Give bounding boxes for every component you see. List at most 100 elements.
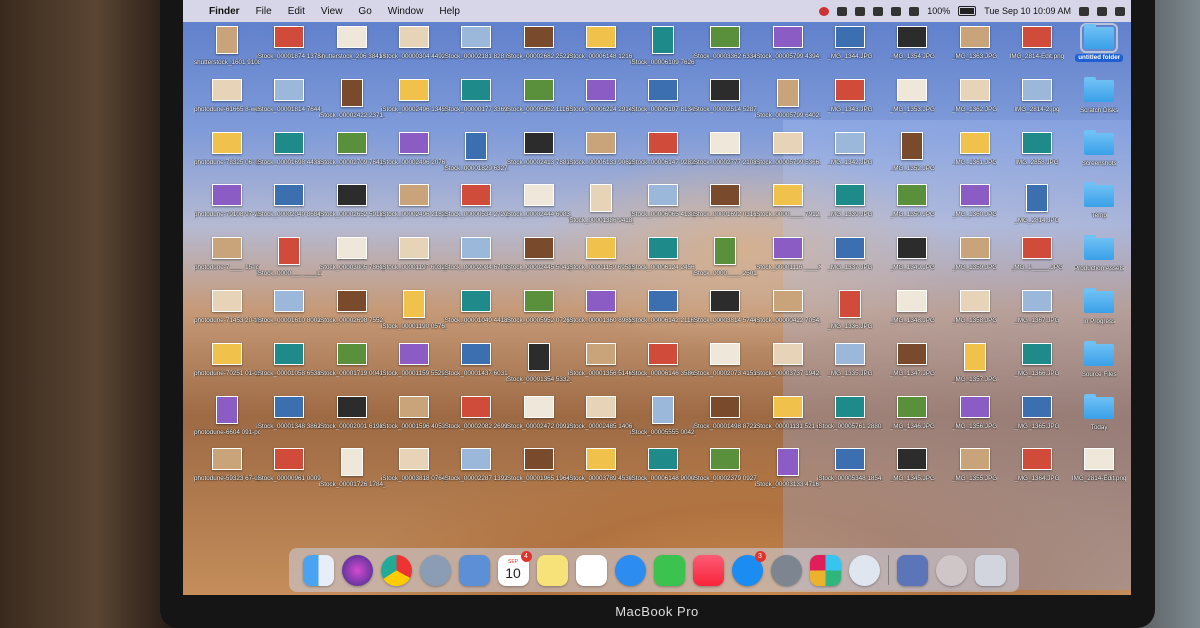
desktop-file[interactable]: _MG_1357.JPG [943, 341, 1007, 384]
desktop-file[interactable]: _MG_1355.JPG [943, 446, 1007, 483]
wifi-icon[interactable] [909, 6, 920, 16]
desktop-file[interactable]: _MG_1347.JPG [880, 341, 944, 378]
desktop-file[interactable]: _MG_1359.JPG [943, 235, 1007, 272]
desktop-file[interactable]: iStock_00000177 3369_Full.jpg [443, 77, 509, 114]
desktop-file[interactable]: _MG_1342.JPG [818, 130, 882, 167]
desktop-file[interactable]: iStock_00006109 7626_Double.jpg [630, 24, 696, 67]
slack-icon[interactable] [809, 554, 841, 586]
desktop-file[interactable]: iStock_00002472 0992_Large.jpg [506, 394, 572, 431]
desktop-file[interactable]: iStock_00003818 0764_Full.jpg [381, 446, 447, 483]
desktop-file[interactable]: iStock_00001829 6327_Large.jpg [443, 130, 509, 173]
desktop-folder[interactable]: Production Assets [1067, 235, 1131, 273]
menu-finder[interactable]: Finder [209, 6, 240, 17]
desktop-file[interactable]: _MG_1343.JPG [818, 77, 882, 114]
desktop-file[interactable]: _MG_1339.JPG [818, 182, 882, 219]
desktop-file[interactable]: iStock_00005555 0042_Full.jpg [630, 394, 696, 437]
desktop-file[interactable]: iStock_00005348 1854_Full.jpg [817, 446, 883, 483]
desktop-folder[interactable]: Temp [1067, 182, 1131, 220]
desktop-file[interactable]: iStock_00001356 5146_X...Large.jpg [568, 341, 634, 378]
desktop-file[interactable]: iStock_00001058 6538_X...arge.jpg [256, 341, 322, 378]
desktop-file[interactable]: iStock_00001159 5529_Full.jpg [381, 341, 447, 378]
desktop-folder[interactable]: untitled folder [1067, 23, 1131, 62]
desktop-file[interactable]: _MG_1362.JPG [943, 77, 1007, 114]
desktop-file[interactable]: iStock_00001348 3862_X...arge.jpg [256, 394, 322, 431]
desktop-file[interactable]: iStock_00005799 5366_Large.jpg [755, 130, 821, 167]
desktop-file[interactable]: iStock_00002181 828_Double.jpg [443, 24, 509, 61]
desktop-file[interactable]: _MG_1366.JPG [1005, 341, 1069, 378]
desktop-file[interactable]: photodune-59323 67-olde...st-s.jpg [194, 446, 260, 483]
desktop-file[interactable]: iStock_00002287 1392_Full.jpg [443, 446, 509, 483]
desktop-file[interactable]: iStock_00002444 6083_Medium.jpg [506, 182, 572, 219]
desktop-file[interactable]: _MG_1345.JPG [880, 446, 944, 483]
desktop-file[interactable]: iStock_00003789 4530_Double.jpg [568, 446, 634, 483]
desktop-file[interactable]: iStock_00003814 5744_Double.jpg [692, 288, 758, 325]
desktop-file[interactable]: iStock_00001692 0316_Double.jpg [692, 182, 758, 219]
desktop-file[interactable]: iStock_00001437 6031_X...arge.jpg [443, 341, 509, 378]
desktop-file[interactable]: iStock_00006133 9062_X...arge.jpg [568, 130, 634, 167]
desktop-file[interactable]: iStock_00005799 4394_Large.jpg [755, 24, 821, 61]
desktop-file[interactable]: _MG_1364.JPG [1005, 446, 1069, 483]
desktop-file[interactable]: iStock_00005952 0726_Full.jpg [506, 288, 572, 325]
desktop-file[interactable]: iStock_00006107 8134_X...arge.jpg [630, 77, 696, 114]
desktop-file[interactable]: photodune-79108 97-wood-m.jpg [194, 182, 260, 219]
desktop-folder[interactable]: In Progress [1067, 288, 1131, 326]
desktop-file[interactable]: iStock_00003737 1942_Full.jpg [755, 341, 821, 378]
facetime-icon[interactable] [653, 554, 685, 586]
desktop-file[interactable]: iStock_00002445 5043_Medium.jpg [506, 235, 572, 272]
desktop-file[interactable]: _MG_1352.JPG [880, 130, 944, 173]
vpn-icon[interactable] [855, 6, 866, 16]
desktop-file[interactable]: iStock_00005952 1116_Full.jpg [506, 77, 572, 114]
desktop-file[interactable]: iStock_00002040 8684_Full.jpg [256, 182, 322, 219]
desktop-file[interactable]: _MG_1353.JPG [880, 77, 944, 114]
preview-icon[interactable] [458, 554, 490, 586]
desktop-file[interactable]: iStock_00001874 1378_Full.jpg [256, 24, 322, 61]
system-preferences-icon[interactable] [770, 554, 802, 586]
desktop-file[interactable]: iStock_00003133 4716_Full.jpg [755, 446, 821, 489]
menu-go[interactable]: Go [358, 6, 371, 17]
desktop-file[interactable]: iStock_00001386 9418_X...Large.jpg [568, 182, 634, 225]
desktop-file[interactable]: _MG_1354.JPG [880, 24, 944, 61]
desktop-file[interactable]: iStock_00001049 4418_Large.jpg [443, 288, 509, 325]
desktop-file[interactable]: iStock_00006148 9000_X...arge.jpg [630, 446, 696, 483]
music-icon[interactable] [692, 554, 724, 586]
desktop-file[interactable]: iStock_00001726 1784_Full.jpg [319, 446, 385, 489]
desktop-file[interactable]: iStock_00001965 1964_Large.jpg [506, 446, 572, 483]
desktop-file[interactable]: iStock_00002001 6198_Full.jpg [319, 394, 385, 431]
desktop-file[interactable]: iStock_00001698 4438_Full.jpg [256, 130, 322, 167]
desktop-file[interactable]: iStock_00002652 5918_Full.jpg [319, 182, 385, 219]
desktop-file[interactable]: photodune-71453 20-tren...ds-m.jpg [194, 288, 260, 325]
desktop-file[interactable]: iStock_00002496 1345_X...Large.jpg [381, 77, 447, 114]
desktop-file[interactable]: iStock_00005761 2880_Double.jpg [817, 394, 883, 431]
desktop-file[interactable]: _MG_1346.JPG [880, 394, 944, 431]
desktop-file[interactable]: iStock_00002514 5287_X...Large.jpg [692, 77, 758, 114]
desktop-file[interactable]: iStock_00001159 6958_Large.jpg [568, 235, 634, 272]
menu-help[interactable]: Help [439, 6, 460, 17]
desktop-file[interactable]: iStock_00000534 2720_Large.jpg [443, 182, 509, 219]
desktop-file[interactable]: iStock_00002698 7552_Full.jpg [319, 288, 385, 325]
desktop-file[interactable]: iStock_00001610 8002_X...arge.jpg [256, 288, 322, 325]
desktop-file[interactable]: iStock_00002084 6708_Full.jpg [443, 235, 509, 272]
desktop-file[interactable]: iStock_00001354 5332_Full.jpg [506, 341, 572, 384]
desktop-file[interactable]: IMG_2858.JPG [1005, 130, 1069, 167]
desktop-file[interactable]: iStock_00001197 6032_Double.jpg [381, 235, 447, 272]
finder-icon[interactable] [302, 554, 334, 586]
desktop-folder[interactable]: Screenshots [1067, 129, 1131, 168]
desktop-file[interactable]: iStock_00006224 2914_Large.jpg [568, 77, 634, 114]
desktop-file[interactable]: iStock_00002422 2371_Large.jpg [319, 77, 385, 120]
desktop-file[interactable]: iStock_00003362 6334_Full.jpg [692, 24, 758, 61]
desktop-file[interactable]: _MG_1337.JPG [818, 235, 882, 272]
battery-icon[interactable] [958, 6, 977, 16]
desktop-file[interactable]: _MG_1336.JPG [818, 288, 882, 331]
record-icon[interactable] [819, 6, 830, 16]
menu-view[interactable]: View [321, 6, 343, 17]
desktop-file[interactable]: _MG_1358.JPG [943, 288, 1007, 325]
menu-window[interactable]: Window [388, 6, 424, 17]
desktop-file[interactable]: _MG_1356.JPG [943, 394, 1007, 431]
desktop-file[interactable]: _MG_2814.JPG [1005, 182, 1069, 225]
desktop-file[interactable]: iStock_00001131 521_Large.jpg [755, 394, 821, 431]
app-store-icon[interactable]: 3 [731, 550, 766, 586]
desktop-file[interactable]: _MG_1344.JPG [818, 24, 882, 61]
desktop-file[interactable]: IMG_2814-2.jpg [1005, 77, 1069, 114]
nordvpn-icon[interactable] [848, 554, 880, 586]
notes-icon[interactable] [536, 554, 568, 586]
